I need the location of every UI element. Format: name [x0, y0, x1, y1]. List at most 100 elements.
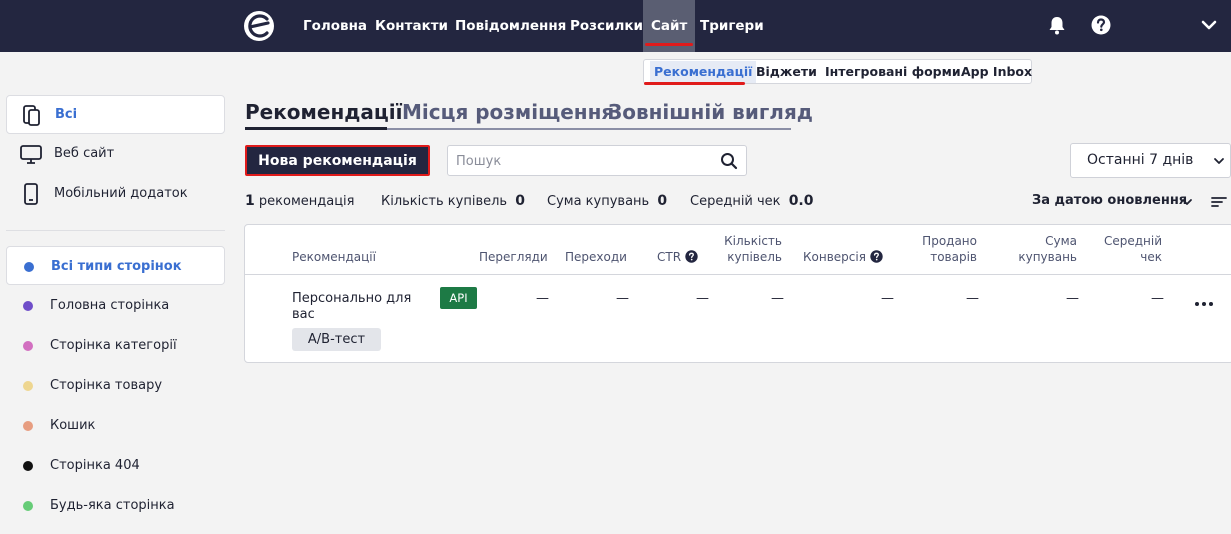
column-header-purchases-line1: Кількість [724, 234, 782, 248]
cell-clicks: — [616, 291, 629, 306]
page-type-home[interactable]: Головна сторінка [6, 286, 225, 325]
nav-contacts[interactable]: Контакти [375, 0, 448, 52]
cell-purchases: — [771, 291, 784, 306]
nav-mailings[interactable]: Розсилки [570, 0, 643, 52]
page-type-dot [24, 262, 34, 272]
stat-count-label: рекомендація [258, 194, 355, 209]
bell-icon[interactable] [1046, 14, 1068, 36]
page-type-product[interactable]: Сторінка товару [6, 366, 225, 405]
search-icon[interactable] [720, 152, 738, 170]
page-type-label: Сторінка 404 [50, 458, 140, 473]
stat-count-value: 1 [245, 193, 255, 209]
help-icon[interactable] [685, 250, 698, 263]
page-type-404[interactable]: Сторінка 404 [6, 446, 225, 485]
column-header-sold-line2: товарів [930, 250, 977, 264]
column-header-avg-line1: Середній [1103, 234, 1162, 248]
cell-ctr: — [696, 291, 709, 306]
column-header-sum-line1: Сума [1045, 234, 1077, 248]
page-type-dot [23, 381, 33, 391]
sort-select[interactable]: За датою оновлення [1032, 193, 1187, 208]
search-input[interactable] [456, 151, 706, 171]
column-header-ctr-label: CTR [657, 250, 682, 264]
page-type-label: Кошик [50, 418, 96, 433]
stat-sum: Сума купувань 0 [547, 193, 667, 209]
chevron-down-icon[interactable] [1180, 195, 1194, 209]
subnav-active-indicator [644, 82, 745, 85]
column-header-clicks[interactable]: Переходи [565, 249, 627, 265]
page-type-label: Всі типи сторінок [51, 259, 182, 274]
column-header-name[interactable]: Рекомендації [292, 249, 376, 265]
page-type-label: Сторінка товару [50, 378, 163, 393]
tab-recommendations[interactable]: Рекомендації [245, 100, 402, 124]
subnav-app-inbox[interactable]: App Inbox [961, 64, 1032, 79]
devices-icon [23, 105, 40, 126]
subnav-widgets[interactable]: Віджети [756, 64, 817, 79]
column-header-conversion[interactable]: Конверсія [803, 249, 883, 265]
column-header-conversion-label: Конверсія [803, 250, 866, 264]
subnav-recommendations[interactable]: Рекомендації [650, 61, 757, 83]
stat-purchases: Кількість купівель 0 [381, 193, 525, 209]
sidebar-divider [6, 230, 225, 231]
chevron-down-icon [1214, 158, 1224, 164]
platform-mobile[interactable]: Мобільний додаток [6, 175, 225, 214]
nav-site[interactable]: Сайт [643, 0, 696, 52]
help-icon[interactable] [870, 250, 883, 263]
subnav-embedded-forms[interactable]: Інтегровані форми [825, 64, 961, 79]
platform-mobile-label: Мобільний додаток [54, 186, 188, 201]
page-type-dot [23, 341, 33, 351]
page-type-cart[interactable]: Кошик [6, 406, 225, 445]
page-type-dot [23, 301, 33, 311]
column-header-sold[interactable]: Продано товарів [917, 233, 977, 265]
column-header-purchases[interactable]: Кількість купівель [723, 233, 782, 265]
page-type-dot [23, 461, 33, 471]
stat-avg-value: 0.0 [788, 193, 814, 209]
logo-icon[interactable] [243, 10, 275, 42]
recommendations-table: Рекомендації Перегляди Переходи CTR Кіль… [244, 224, 1231, 363]
page-type-all[interactable]: Всі типи сторінок [6, 246, 225, 285]
page-type-label: Будь-яка сторінка [50, 498, 175, 513]
nav-home[interactable]: Головна [303, 0, 367, 52]
stat-purchases-value: 0 [515, 193, 525, 209]
column-header-views[interactable]: Перегляди [479, 249, 548, 265]
stat-sum-value: 0 [657, 193, 668, 209]
platform-website-label: Веб сайт [54, 146, 115, 161]
mobile-icon [24, 183, 38, 205]
table-header-divider [245, 274, 1231, 275]
chevron-down-icon[interactable] [1198, 14, 1220, 36]
top-navbar: Головна Контакти Повідомлення Розсилки С… [0, 0, 1231, 52]
stat-purchases-label: Кількість купівель [381, 194, 508, 209]
sort-order-icon[interactable] [1211, 194, 1227, 210]
platform-website[interactable]: Веб сайт [6, 135, 225, 174]
tab-appearance[interactable]: Зовнішній вигляд [608, 100, 813, 124]
new-recommendation-button[interactable]: Нова рекомендація [245, 145, 430, 176]
help-icon[interactable] [1090, 14, 1112, 36]
page-type-dot [23, 501, 33, 511]
more-actions-icon[interactable] [1194, 296, 1214, 312]
cell-conversion: — [881, 291, 894, 306]
recommendation-name[interactable]: Персонально для вас [292, 291, 422, 323]
platform-all[interactable]: Всі [6, 95, 225, 134]
period-value: Останні 7 днів [1087, 152, 1194, 168]
nav-triggers[interactable]: Тригери [700, 0, 764, 52]
ab-test-badge[interactable]: А/В-тест [292, 328, 381, 351]
page-type-label: Сторінка категорії [50, 338, 177, 353]
column-header-purchases-line2: купівель [727, 250, 782, 264]
stat-sum-label: Сума купувань [547, 194, 650, 209]
column-header-sum[interactable]: Сума купувань [1015, 233, 1077, 265]
page-type-any[interactable]: Будь-яка сторінка [6, 486, 225, 525]
api-badge: API [440, 287, 477, 309]
period-select[interactable]: Останні 7 днів [1070, 143, 1231, 178]
column-header-avg[interactable]: Середній чек [1097, 233, 1162, 265]
cell-views: — [536, 291, 549, 306]
column-header-sum-line2: купувань [1018, 250, 1077, 264]
column-header-ctr[interactable]: CTR [657, 249, 698, 265]
tab-placements[interactable]: Місця розміщення [402, 100, 614, 124]
page-type-category[interactable]: Сторінка категорії [6, 326, 225, 365]
stat-count: 1 рекомендація [245, 193, 355, 209]
column-header-avg-line2: чек [1140, 250, 1162, 264]
page-type-label: Головна сторінка [50, 298, 170, 313]
cell-avg: — [1151, 291, 1164, 306]
nav-messages[interactable]: Повідомлення [455, 0, 566, 52]
monitor-icon [20, 145, 42, 164]
tab-active-indicator [245, 127, 387, 130]
